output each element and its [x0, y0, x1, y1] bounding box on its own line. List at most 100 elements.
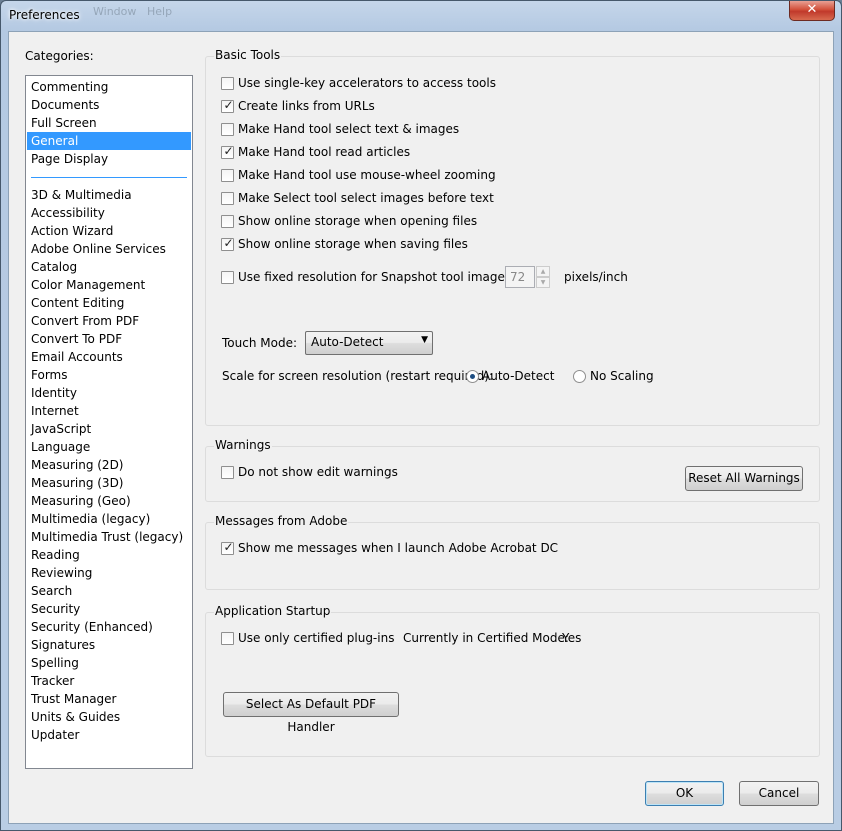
option-checkbox[interactable]: ✓: [221, 215, 234, 228]
spin-down-icon[interactable]: ▼: [536, 277, 550, 288]
category-item[interactable]: Tracker: [27, 672, 191, 690]
category-item[interactable]: Spelling: [27, 654, 191, 672]
category-item[interactable]: Internet: [27, 402, 191, 420]
category-item[interactable]: Content Editing: [27, 294, 191, 312]
option-label[interactable]: Create links from URLs: [238, 99, 375, 113]
category-item[interactable]: Measuring (Geo): [27, 492, 191, 510]
category-item[interactable]: Security: [27, 600, 191, 618]
option-checkbox[interactable]: ✓: [221, 98, 234, 113]
snapshot-checkbox[interactable]: [221, 271, 234, 284]
touch-mode-label: Touch Mode:: [222, 336, 297, 350]
snapshot-label[interactable]: Use fixed resolution for Snapshot tool i…: [238, 270, 515, 284]
category-item[interactable]: Email Accounts: [27, 348, 191, 366]
messages-title: Messages from Adobe: [214, 514, 349, 528]
certified-plugins-label[interactable]: Use only certified plug-ins: [238, 631, 394, 645]
category-item[interactable]: Catalog: [27, 258, 191, 276]
category-item-full-screen[interactable]: Full Screen: [27, 114, 191, 132]
option-label[interactable]: Make Hand tool use mouse-wheel zooming: [238, 168, 496, 182]
category-item[interactable]: Action Wizard: [27, 222, 191, 240]
adobe-messages-checkbox[interactable]: ✓: [221, 540, 234, 555]
touch-mode-value: Auto-Detect: [311, 335, 384, 349]
scale-label: Scale for screen resolution (restart req…: [222, 369, 494, 383]
certified-plugins-checkbox[interactable]: [221, 632, 234, 645]
option-checkbox[interactable]: ✓: [221, 123, 234, 136]
option-label[interactable]: Show online storage when saving files: [238, 237, 468, 251]
category-item[interactable]: Updater: [27, 726, 191, 744]
check-icon: ✓: [223, 98, 234, 112]
category-item[interactable]: 3D & Multimedia: [27, 186, 191, 204]
category-item-page-display[interactable]: Page Display: [27, 150, 191, 168]
option-checkbox[interactable]: ✓: [221, 236, 234, 251]
category-item[interactable]: Color Management: [27, 276, 191, 294]
cancel-button[interactable]: Cancel: [739, 781, 819, 806]
snapshot-resolution-field[interactable]: 72: [505, 266, 535, 288]
category-item[interactable]: Convert From PDF: [27, 312, 191, 330]
category-item[interactable]: Signatures: [27, 636, 191, 654]
categories-list[interactable]: Commenting Documents Full Screen General…: [25, 75, 193, 769]
scale-auto-detect-label[interactable]: Auto-Detect: [482, 369, 554, 383]
category-item-commenting[interactable]: Commenting: [27, 78, 191, 96]
check-icon: ✓: [223, 144, 234, 158]
check-icon: ✓: [223, 540, 234, 554]
close-icon[interactable]: ✕: [789, 1, 835, 21]
option-checkbox[interactable]: ✓: [221, 169, 234, 182]
scale-auto-detect-radio[interactable]: [466, 370, 479, 383]
option-label[interactable]: Make Hand tool read articles: [238, 145, 410, 159]
default-pdf-handler-button[interactable]: Select As Default PDF Handler: [223, 692, 399, 734]
ok-button[interactable]: OK: [645, 781, 724, 806]
ghost-menu-help: Help: [147, 5, 173, 18]
option-label[interactable]: Show online storage when opening files: [238, 214, 477, 228]
category-item[interactable]: Convert To PDF: [27, 330, 191, 348]
ghost-menu-window: Window: [93, 5, 137, 18]
check-icon: ✓: [223, 236, 234, 250]
category-item[interactable]: Reviewing: [27, 564, 191, 582]
certified-mode-label: Currently in Certified Mode:: [403, 631, 569, 645]
scale-no-scaling-radio[interactable]: [573, 370, 586, 383]
reset-all-warnings-button[interactable]: Reset All Warnings: [685, 466, 803, 491]
category-item[interactable]: Multimedia Trust (legacy): [27, 528, 191, 546]
category-item[interactable]: Forms: [27, 366, 191, 384]
option-label[interactable]: Make Select tool select images before te…: [238, 191, 494, 205]
messages-group: Messages from Adobe: [205, 514, 820, 590]
option-label[interactable]: Use single-key accelerators to access to…: [238, 76, 496, 90]
adobe-messages-label[interactable]: Show me messages when I launch Adobe Acr…: [238, 541, 558, 555]
category-item[interactable]: Trust Manager: [27, 690, 191, 708]
spin-up-icon[interactable]: ▲: [536, 266, 550, 277]
category-item[interactable]: Identity: [27, 384, 191, 402]
category-item[interactable]: Measuring (3D): [27, 474, 191, 492]
option-checkbox[interactable]: ✓: [221, 77, 234, 90]
warnings-title: Warnings: [214, 438, 272, 452]
snapshot-resolution-value: 72: [510, 270, 526, 284]
category-item[interactable]: Multimedia (legacy): [27, 510, 191, 528]
category-item[interactable]: JavaScript: [27, 420, 191, 438]
option-checkbox[interactable]: ✓: [221, 144, 234, 159]
edit-warnings-label[interactable]: Do not show edit warnings: [238, 465, 398, 479]
scale-no-scaling-label[interactable]: No Scaling: [590, 369, 654, 383]
option-checkbox[interactable]: ✓: [221, 192, 234, 205]
category-item[interactable]: Search: [27, 582, 191, 600]
certified-mode-value: Yes: [562, 631, 582, 645]
window-title: Preferences: [9, 8, 80, 22]
category-item[interactable]: Measuring (2D): [27, 456, 191, 474]
basic-tools-title: Basic Tools: [214, 48, 282, 62]
radio-dot-icon: [470, 374, 475, 379]
category-item[interactable]: Security (Enhanced): [27, 618, 191, 636]
touch-mode-select[interactable]: Auto-Detect ▼: [305, 331, 433, 355]
snapshot-unit: pixels/inch: [564, 270, 628, 284]
categories-heading: Categories:: [25, 49, 94, 63]
title-bar[interactable]: Preferences Window Help ✕: [1, 1, 841, 31]
category-item-documents[interactable]: Documents: [27, 96, 191, 114]
startup-title: Application Startup: [214, 604, 332, 618]
category-item-general[interactable]: General: [27, 132, 191, 150]
category-divider: [31, 177, 187, 178]
category-item[interactable]: Adobe Online Services: [27, 240, 191, 258]
chevron-down-icon: ▼: [421, 335, 428, 345]
category-item[interactable]: Language: [27, 438, 191, 456]
category-item[interactable]: Accessibility: [27, 204, 191, 222]
option-label[interactable]: Make Hand tool select text & images: [238, 122, 459, 136]
category-item[interactable]: Units & Guides: [27, 708, 191, 726]
edit-warnings-checkbox[interactable]: [221, 466, 234, 479]
dialog-body: Categories: Commenting Documents Full Sc…: [8, 31, 834, 824]
category-item[interactable]: Reading: [27, 546, 191, 564]
preferences-window: Preferences Window Help ✕ Categories: Co…: [0, 0, 842, 831]
